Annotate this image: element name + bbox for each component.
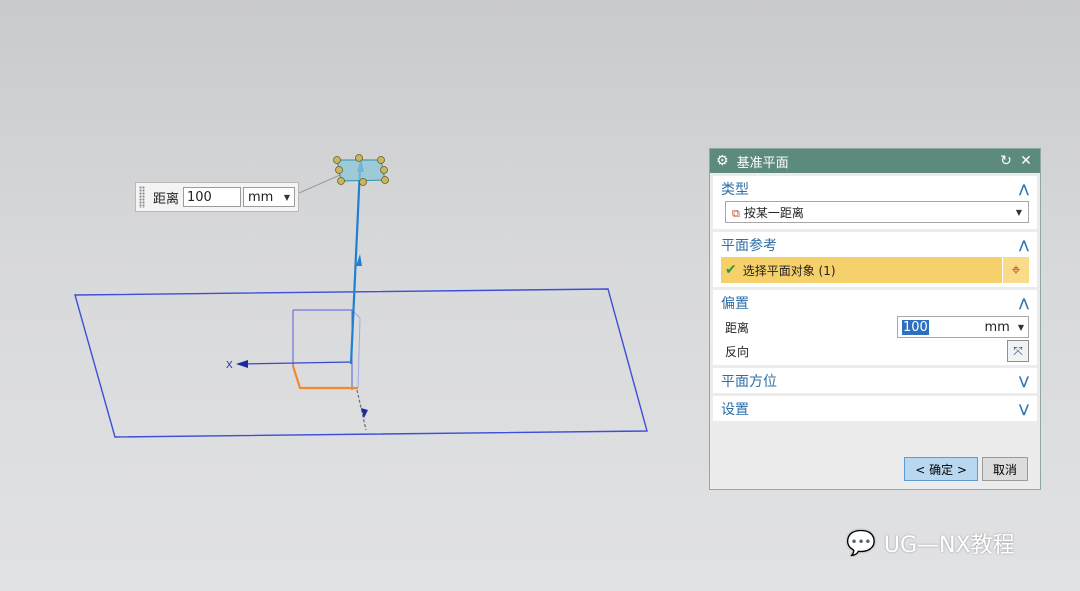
floating-distance-label: 距离 [153,191,180,207]
chevron-up-icon[interactable]: ⋀ [1019,238,1029,252]
floating-unit-select[interactable]: mm ▼ [243,187,296,207]
section-plane-reference: 平面参考 ⋀ ✔ 选择平面对象 (1) ⌖ [713,232,1037,287]
section-type-title: 类型 [721,181,749,198]
caret-down-icon: ▼ [1015,207,1022,217]
section-settings-title: 设置 [721,401,749,418]
handle-top-right[interactable] [377,156,385,164]
reset-icon[interactable]: ↻ [998,153,1014,169]
section-offset-header[interactable]: 偏置 ⋀ [713,290,1037,315]
caret-down-icon: ▼ [283,192,291,202]
leader-line [298,174,341,194]
handle-top-left[interactable] [333,156,341,164]
section-plane-orientation-header[interactable]: 平面方位 ⋁ [713,368,1037,393]
section-settings: 设置 ⋁ [713,396,1037,421]
section-plane-reference-title: 平面参考 [721,237,777,254]
watermark-text: UG—NX教程 [883,533,1015,558]
z-axis-down-arrowhead [361,408,368,418]
offset-distance-field[interactable]: 100 mm ▼ [897,316,1029,338]
section-plane-orientation: 平面方位 ⋁ [713,368,1037,393]
floating-unit-value: mm [248,189,274,205]
reverse-label: 反向 [725,344,750,359]
x-axis-arrowhead [236,360,248,368]
section-offset-title: 偏置 [721,295,749,312]
type-select-value: 按某一距离 [743,205,804,220]
chevron-down-icon[interactable]: ⋁ [1019,374,1029,388]
close-icon[interactable]: ✕ [1018,153,1034,169]
watermark: 💬 UG—NX教程 [846,527,1015,559]
check-icon: ✔ [725,262,737,278]
chevron-up-icon[interactable]: ⋀ [1019,296,1029,310]
handle-right-mid[interactable] [380,166,388,174]
x-axis-line [239,361,353,365]
chevron-up-icon[interactable]: ⋀ [1019,182,1029,196]
handle-bottom-right[interactable] [381,176,389,184]
dialog-title-bar[interactable]: ⚙ 基准平面 ↻ ✕ [710,149,1040,173]
datum-plane-dialog: ⚙ 基准平面 ↻ ✕ 类型 ⋀ ⧉ 按某一距离 ▼ 平面参考 ⋀ ✔ 选择平面对象… [709,148,1041,490]
floating-distance-input: 距离 100 mm ▼ [135,182,299,212]
distance-type-icon: ⧉ [732,206,740,220]
crosshair-icon[interactable]: ⌖ [1002,257,1029,283]
section-type: 类型 ⋀ ⧉ 按某一距离 ▼ [713,176,1037,229]
floating-distance-field[interactable]: 100 [183,187,242,207]
flip-direction-icon[interactable]: ⤧ [1007,340,1029,362]
ok-button[interactable]: < 确定 > [904,457,978,481]
select-plane-object-text: 选择平面对象 (1) [742,263,836,278]
cancel-button[interactable]: 取消 [981,457,1028,481]
wcs-box-back [293,309,353,390]
handle-bottom-mid[interactable] [359,178,367,186]
datum-plane-outline [74,288,648,438]
offset-distance-unit[interactable]: mm [929,320,1010,335]
caret-down-icon[interactable]: ▼ [1018,323,1024,332]
section-plane-orientation-title: 平面方位 [721,373,777,390]
section-type-header[interactable]: 类型 ⋀ [713,176,1037,201]
handle-bottom-left[interactable] [337,177,345,185]
type-select[interactable]: ⧉ 按某一距离 ▼ [725,201,1029,223]
dialog-title: 基准平面 [736,155,789,171]
wechat-icon: 💬 [846,529,876,557]
x-axis-label: X [226,360,233,371]
section-plane-reference-header[interactable]: 平面参考 ⋀ [713,232,1037,257]
chevron-down-icon[interactable]: ⋁ [1019,402,1029,416]
section-offset: 偏置 ⋀ 距离 100 mm ▼ 反向 ⤧ [713,290,1037,365]
offset-distance-label: 距离 [725,320,750,335]
drag-grip-icon[interactable] [139,186,145,208]
new-datum-plane-preview[interactable] [336,159,386,182]
handle-left-mid[interactable] [335,166,343,174]
handle-top-mid[interactable] [355,154,363,162]
offset-distance-value[interactable]: 100 [902,319,929,335]
select-plane-object-bar[interactable]: ✔ 选择平面对象 (1) ⌖ [721,257,1029,283]
gear-icon[interactable]: ⚙ [716,153,729,169]
section-settings-header[interactable]: 设置 ⋁ [713,396,1037,421]
wcs-box-bottom-edge [291,365,358,390]
